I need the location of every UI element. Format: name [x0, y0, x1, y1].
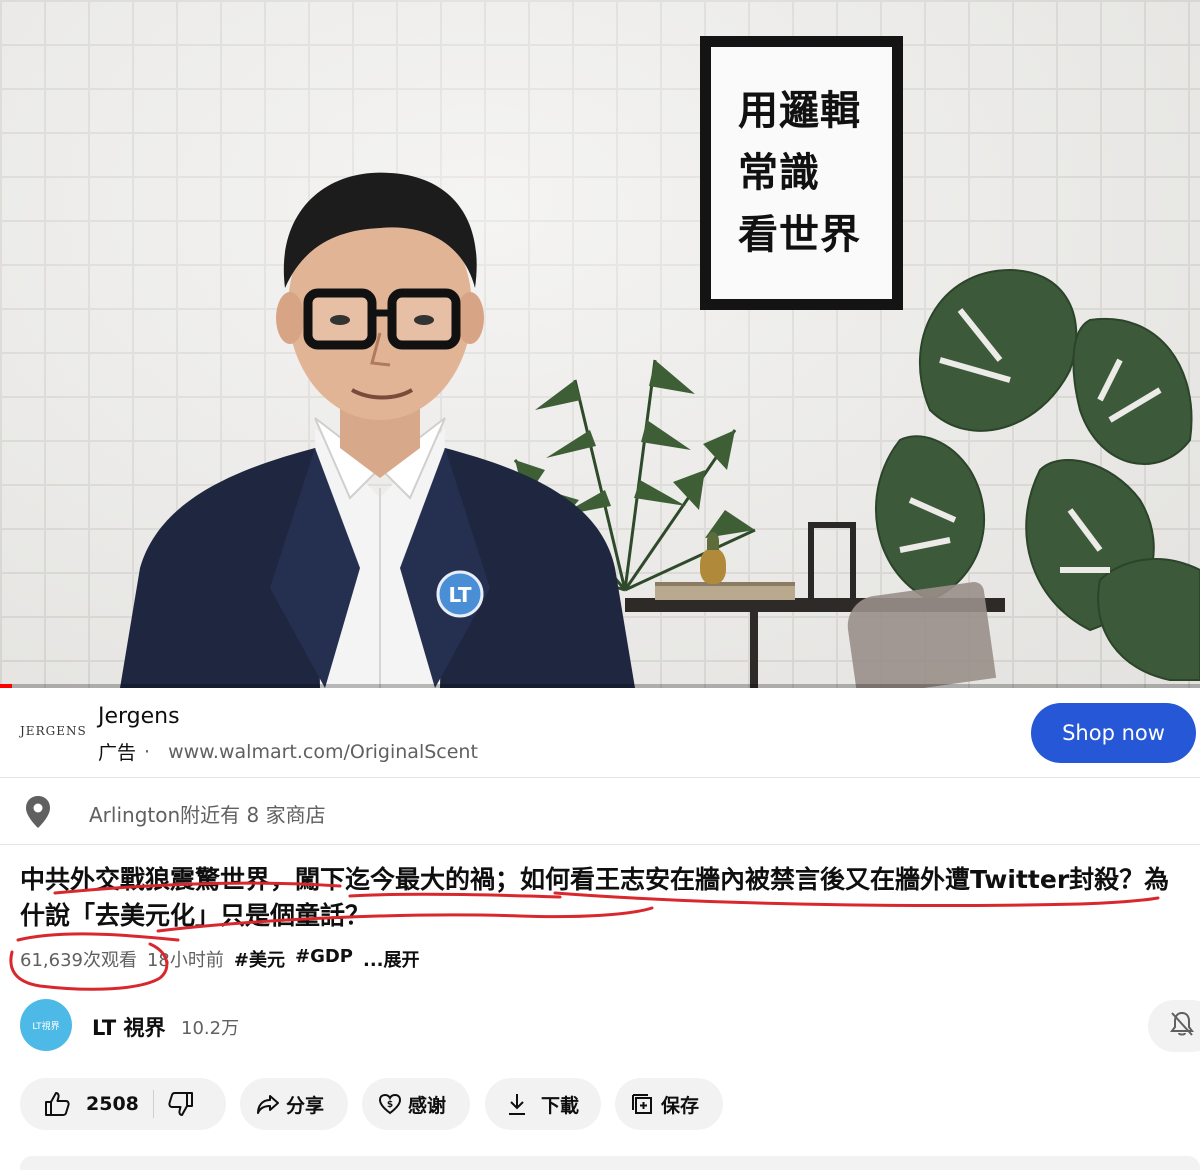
channel-name[interactable]: LT 視界 — [92, 1012, 166, 1042]
shop-now-button[interactable]: Shop now — [1031, 703, 1196, 763]
store-location-row[interactable]: Arlington附近有 8 家商店 — [0, 779, 1200, 845]
poster-line-1: 用邏輯 — [738, 88, 861, 134]
subscriber-count: 10.2万 — [181, 1018, 240, 1039]
hashtag-gdp[interactable]: #GDP — [295, 946, 353, 972]
svg-text:$: $ — [387, 1100, 393, 1110]
add-to-playlist-icon — [631, 1093, 653, 1115]
ad-logo: JERGENS — [20, 724, 87, 738]
thumbs-up-icon — [44, 1091, 70, 1117]
shelf-leg — [750, 612, 758, 688]
like-count: 2508 — [86, 1093, 139, 1115]
like-button[interactable]: 2508 — [44, 1091, 139, 1117]
thanks-label: 感谢 — [408, 1094, 447, 1117]
share-button[interactable]: 分享 — [240, 1078, 348, 1130]
ad-subline: 广告 · www.walmart.com/OriginalScent — [98, 738, 478, 765]
pineapple-ornament — [700, 532, 726, 584]
save-label: 保存 — [661, 1094, 700, 1117]
poster-line-2: 常識 — [738, 150, 820, 196]
like-divider — [152, 1090, 154, 1118]
download-label: 下載 — [541, 1094, 580, 1117]
ad-brand: Jergens — [98, 704, 180, 729]
ad-banner[interactable]: JERGENS Jergens 广告 · www.walmart.com/Ori… — [0, 688, 1200, 778]
hashtag-usd[interactable]: #美元 — [234, 946, 285, 972]
ad-label: 广告 — [98, 742, 137, 764]
store-location-text: Arlington附近有 8 家商店 — [89, 803, 326, 827]
like-dislike-group: 2508 — [20, 1078, 226, 1130]
thanks-button[interactable]: $ 感谢 — [362, 1078, 470, 1130]
share-label: 分享 — [286, 1094, 325, 1117]
dislike-button[interactable] — [168, 1091, 194, 1117]
heart-dollar-icon: $ — [378, 1092, 402, 1116]
view-count: 61,639次观看 — [20, 950, 137, 971]
expand-description[interactable]: ...展开 — [363, 946, 420, 972]
notifications-off-button[interactable] — [1148, 1000, 1200, 1052]
ad-separator: · — [144, 740, 151, 763]
download-button[interactable]: 下載 — [485, 1078, 601, 1130]
thumbs-down-icon — [168, 1091, 194, 1117]
bookend — [808, 522, 856, 600]
books — [655, 582, 795, 600]
save-button[interactable]: 保存 — [615, 1078, 723, 1130]
location-pin-icon — [26, 796, 50, 828]
comments-card-preview[interactable] — [20, 1156, 1200, 1170]
share-arrow-icon — [256, 1093, 280, 1115]
video-title: 中共外交戰狼震驚世界，闖下迄今最大的禍；如何看王志安在牆內被禁言後又在牆外遭Tw… — [20, 865, 1170, 930]
presenter-avatar: LT — [100, 168, 660, 688]
lt-badge: LT — [448, 583, 471, 607]
channel-avatar[interactable]: LT視界 — [20, 999, 72, 1051]
bell-off-icon — [1170, 1011, 1194, 1041]
video-player[interactable]: 用邏輯 常識 看世界 LT — [0, 0, 1200, 688]
download-icon — [507, 1092, 527, 1116]
video-meta[interactable]: 61,639次观看 18小时前 #美元 #GDP ...展开 — [20, 946, 420, 972]
ad-url[interactable]: www.walmart.com/OriginalScent — [168, 741, 478, 763]
blanket — [843, 580, 997, 688]
upload-age: 18小时前 — [146, 950, 224, 971]
